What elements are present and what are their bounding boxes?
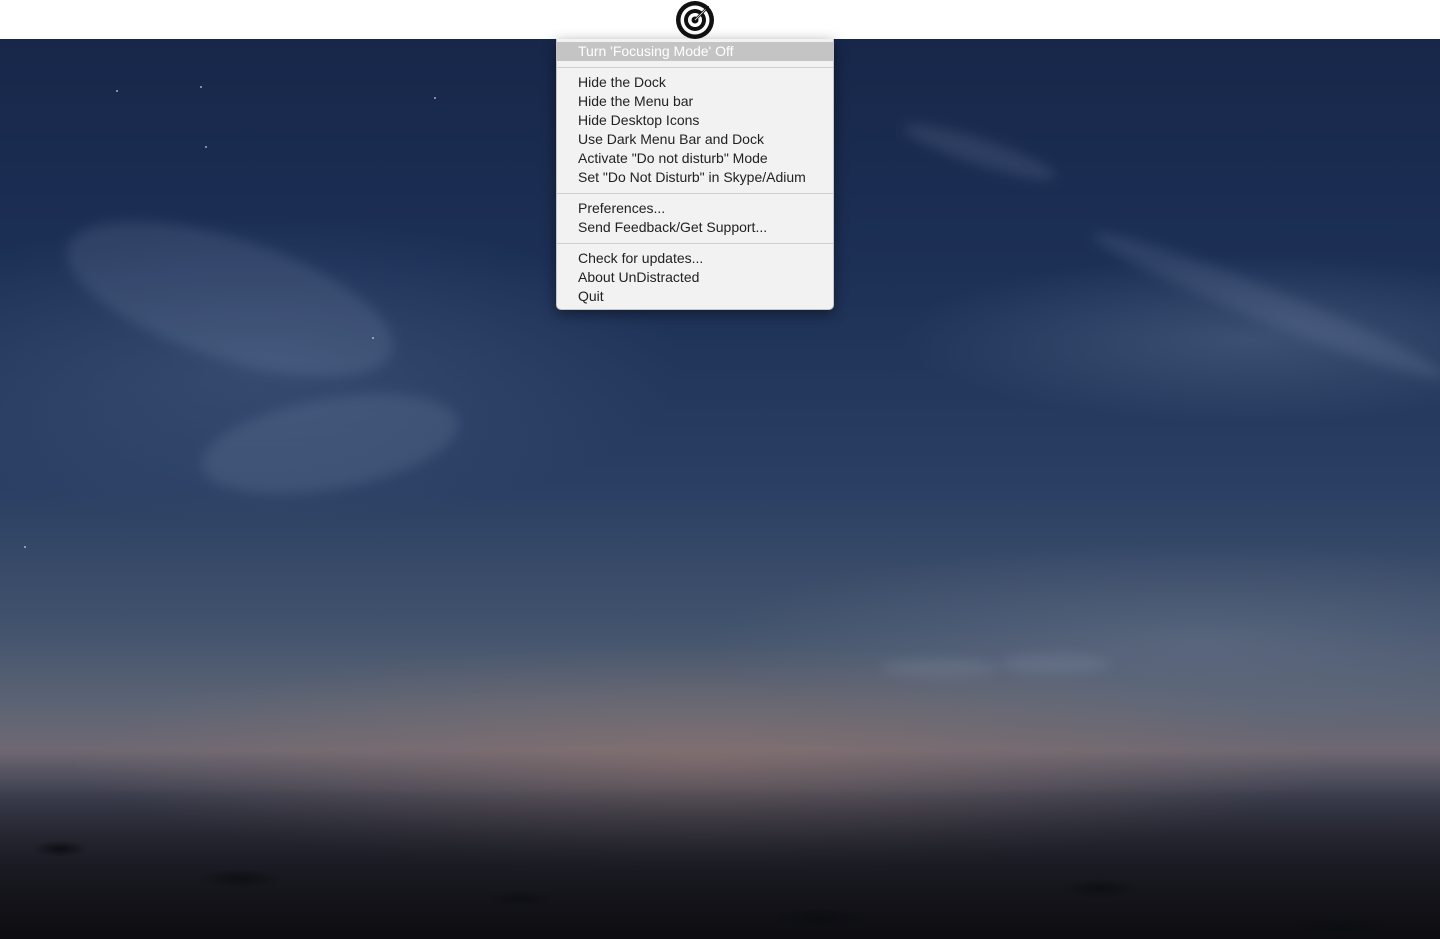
menu-separator [557,243,833,244]
menu-item-check-updates[interactable]: Check for updates... [557,249,833,268]
menu-item-send-feedback[interactable]: Send Feedback/Get Support... [557,218,833,237]
screen: Turn 'Focusing Mode' Off Hide the Dock H… [0,0,1440,939]
menu-item-about[interactable]: About UnDistracted [557,268,833,287]
menu-bar [0,0,1440,39]
menu-separator [557,67,833,68]
menu-item-skype-adium-dnd[interactable]: Set "Do Not Disturb" in Skype/Adium [557,168,833,187]
menu-item-hide-dock[interactable]: Hide the Dock [557,73,833,92]
target-icon[interactable] [675,0,715,39]
menu-item-dark-menu-bar[interactable]: Use Dark Menu Bar and Dock [557,130,833,149]
undistracted-menu: Turn 'Focusing Mode' Off Hide the Dock H… [556,39,834,310]
menu-item-quit[interactable]: Quit [557,287,833,306]
menu-separator [557,193,833,194]
menu-item-preferences[interactable]: Preferences... [557,199,833,218]
menu-item-do-not-disturb[interactable]: Activate "Do not disturb" Mode [557,149,833,168]
menu-item-hide-desktop-icons[interactable]: Hide Desktop Icons [557,111,833,130]
rocky-shore [0,789,1440,939]
menu-item-turn-focusing-mode-off[interactable]: Turn 'Focusing Mode' Off [557,42,833,61]
menu-item-hide-menu-bar[interactable]: Hide the Menu bar [557,92,833,111]
